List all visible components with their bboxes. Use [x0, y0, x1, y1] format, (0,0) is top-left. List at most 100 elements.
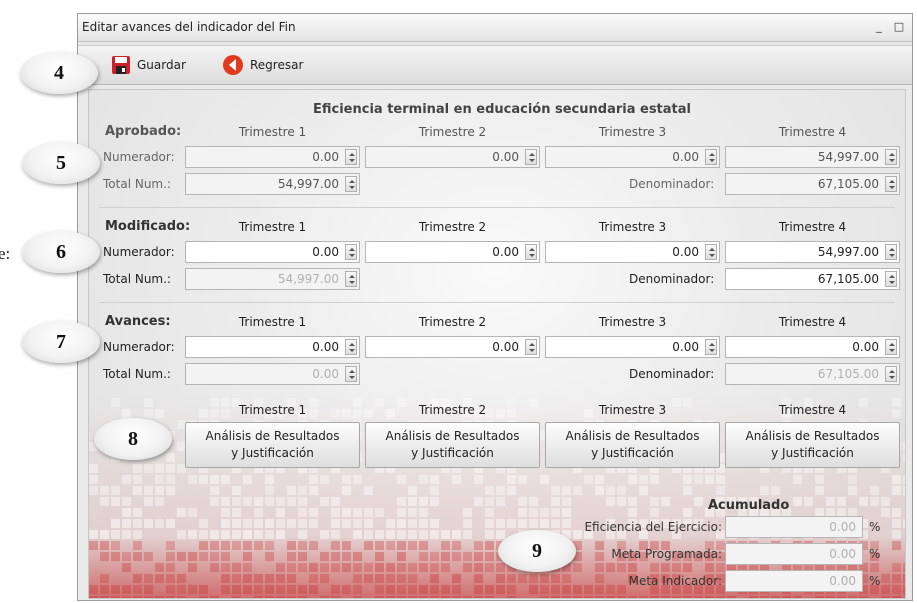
spinner-icon — [705, 149, 717, 165]
analysis-button-q4[interactable]: Análisis de Resultados y Justificación — [725, 422, 900, 468]
avances-q4-header: Trimestre 4 — [778, 315, 847, 329]
modificado-label: Modificado: — [105, 219, 191, 234]
aprobado-q1-header: Trimestre 1 — [238, 125, 307, 139]
analysis-q1-header: Trimestre 1 — [238, 403, 307, 417]
indicator-title: Eficiencia terminal en educación secunda… — [313, 102, 691, 117]
modificado-total-num-label: Total Num.: — [103, 272, 171, 286]
window-title: Editar avances del indicador del Fin — [82, 20, 296, 34]
aprobado-label: Aprobado: — [105, 124, 182, 139]
aprobado-total-num-label: Total Num.: — [103, 177, 171, 191]
spinner-icon — [345, 271, 357, 287]
modificado-numerador-q2[interactable]: 0.00 — [365, 241, 540, 263]
aprobado-numerador-q1: 0.00 — [185, 146, 360, 168]
minimize-button[interactable]: _ — [872, 21, 886, 33]
avances-total-num-label: Total Num.: — [103, 367, 171, 381]
analysis-q4-header: Trimestre 4 — [778, 403, 847, 417]
avances-numerador-q1[interactable]: 0.00 — [185, 336, 360, 358]
spinner-icon[interactable] — [525, 339, 537, 355]
save-button[interactable]: Guardar — [111, 52, 186, 78]
spinner-icon — [885, 176, 897, 192]
callout-7: 7 — [22, 321, 100, 363]
callout-9: 9 — [498, 530, 576, 572]
back-label: Regresar — [250, 58, 304, 72]
spinner-icon — [345, 366, 357, 382]
aprobado-numerador-q2: 0.00 — [365, 146, 540, 168]
avances-numerador-label: Numerador: — [103, 340, 175, 354]
spinner-icon — [885, 366, 897, 382]
edit-window: Editar avances del indicador del Fin _ □… — [77, 13, 913, 601]
aprobado-numerador-q4: 54,997.00 — [725, 146, 900, 168]
save-label: Guardar — [137, 58, 186, 72]
aprobado-denominador: 67,105.00 — [725, 173, 900, 195]
analysis-button-q3[interactable]: Análisis de Resultados y Justificación — [545, 422, 720, 468]
callout-4: 4 — [20, 52, 98, 94]
modificado-q4-header: Trimestre 4 — [778, 220, 847, 234]
spinner-icon[interactable] — [885, 339, 897, 355]
title-bar: Editar avances del indicador del Fin _ □ — [78, 14, 912, 42]
section-divider — [99, 302, 895, 303]
spinner-icon[interactable] — [705, 339, 717, 355]
spinner-icon[interactable] — [345, 339, 357, 355]
aprobado-q4-header: Trimestre 4 — [778, 125, 847, 139]
eficiencia-value: 0.00 — [725, 516, 863, 538]
section-divider — [99, 207, 895, 208]
back-button[interactable]: Regresar — [222, 52, 303, 78]
indicator-panel: Eficiencia terminal en educación secunda… — [88, 89, 906, 599]
aprobado-numerador-q3: 0.00 — [545, 146, 720, 168]
callout-8: 8 — [94, 418, 172, 460]
modificado-q1-header: Trimestre 1 — [238, 220, 307, 234]
modificado-numerador-q1[interactable]: 0.00 — [185, 241, 360, 263]
avances-numerador-q2[interactable]: 0.00 — [365, 336, 540, 358]
spinner-icon — [345, 176, 357, 192]
spinner-icon[interactable] — [885, 271, 897, 287]
modificado-numerador-q3[interactable]: 0.00 — [545, 241, 720, 263]
meta-indicador-unit: % — [869, 574, 881, 588]
spinner-icon[interactable] — [705, 244, 717, 260]
avances-denominador-label: Denominador: — [629, 367, 715, 381]
meta-programada-label: Meta Programada: — [611, 547, 722, 561]
avances-numerador-q4[interactable]: 0.00 — [725, 336, 900, 358]
spinner-icon — [885, 149, 897, 165]
aprobado-numerador-label: Numerador: — [103, 150, 175, 164]
aprobado-total-num: 54,997.00 — [185, 173, 360, 195]
avances-q1-header: Trimestre 1 — [238, 315, 307, 329]
analysis-button-q1[interactable]: Análisis de Resultados y Justificación — [185, 422, 360, 468]
maximize-button[interactable]: □ — [892, 21, 906, 33]
meta-programada-value: 0.00 — [725, 543, 863, 565]
modificado-q3-header: Trimestre 3 — [598, 220, 667, 234]
avances-numerador-q3[interactable]: 0.00 — [545, 336, 720, 358]
analysis-button-q2[interactable]: Análisis de Resultados y Justificación — [365, 422, 540, 468]
callout-5: 5 — [22, 142, 100, 184]
spinner-icon[interactable] — [525, 244, 537, 260]
avances-q3-header: Trimestre 3 — [598, 315, 667, 329]
avances-total-num: 0.00 — [185, 363, 360, 385]
avances-denominador: 67,105.00 — [725, 363, 900, 385]
modificado-denominador-label: Denominador: — [629, 272, 715, 286]
stray-text: e: — [0, 244, 11, 263]
modificado-denominador[interactable]: 67,105.00 — [725, 268, 900, 290]
meta-programada-unit: % — [869, 547, 881, 561]
back-arrow-icon — [222, 54, 244, 76]
spinner-icon[interactable] — [885, 244, 897, 260]
modificado-numerador-q4[interactable]: 54,997.00 — [725, 241, 900, 263]
spinner-icon — [525, 149, 537, 165]
modificado-q2-header: Trimestre 2 — [418, 220, 487, 234]
modificado-numerador-label: Numerador: — [103, 245, 175, 259]
avances-q2-header: Trimestre 2 — [418, 315, 487, 329]
meta-indicador-label: Meta Indicador: — [628, 574, 722, 588]
callout-6: 6 — [22, 231, 100, 273]
spinner-icon — [345, 149, 357, 165]
acumulado-title: Acumulado — [708, 498, 790, 513]
aprobado-q3-header: Trimestre 3 — [598, 125, 667, 139]
analysis-q3-header: Trimestre 3 — [598, 403, 667, 417]
toolbar: Guardar Regresar — [78, 45, 912, 85]
eficiencia-label: Eficiencia del Ejercicio: — [584, 520, 722, 534]
modificado-total-num: 54,997.00 — [185, 268, 360, 290]
analysis-q2-header: Trimestre 2 — [418, 403, 487, 417]
aprobado-q2-header: Trimestre 2 — [418, 125, 487, 139]
eficiencia-unit: % — [869, 520, 881, 534]
aprobado-denominador-label: Denominador: — [629, 177, 715, 191]
meta-indicador-value: 0.00 — [725, 570, 863, 592]
spinner-icon[interactable] — [345, 244, 357, 260]
avances-label: Avances: — [105, 314, 171, 329]
